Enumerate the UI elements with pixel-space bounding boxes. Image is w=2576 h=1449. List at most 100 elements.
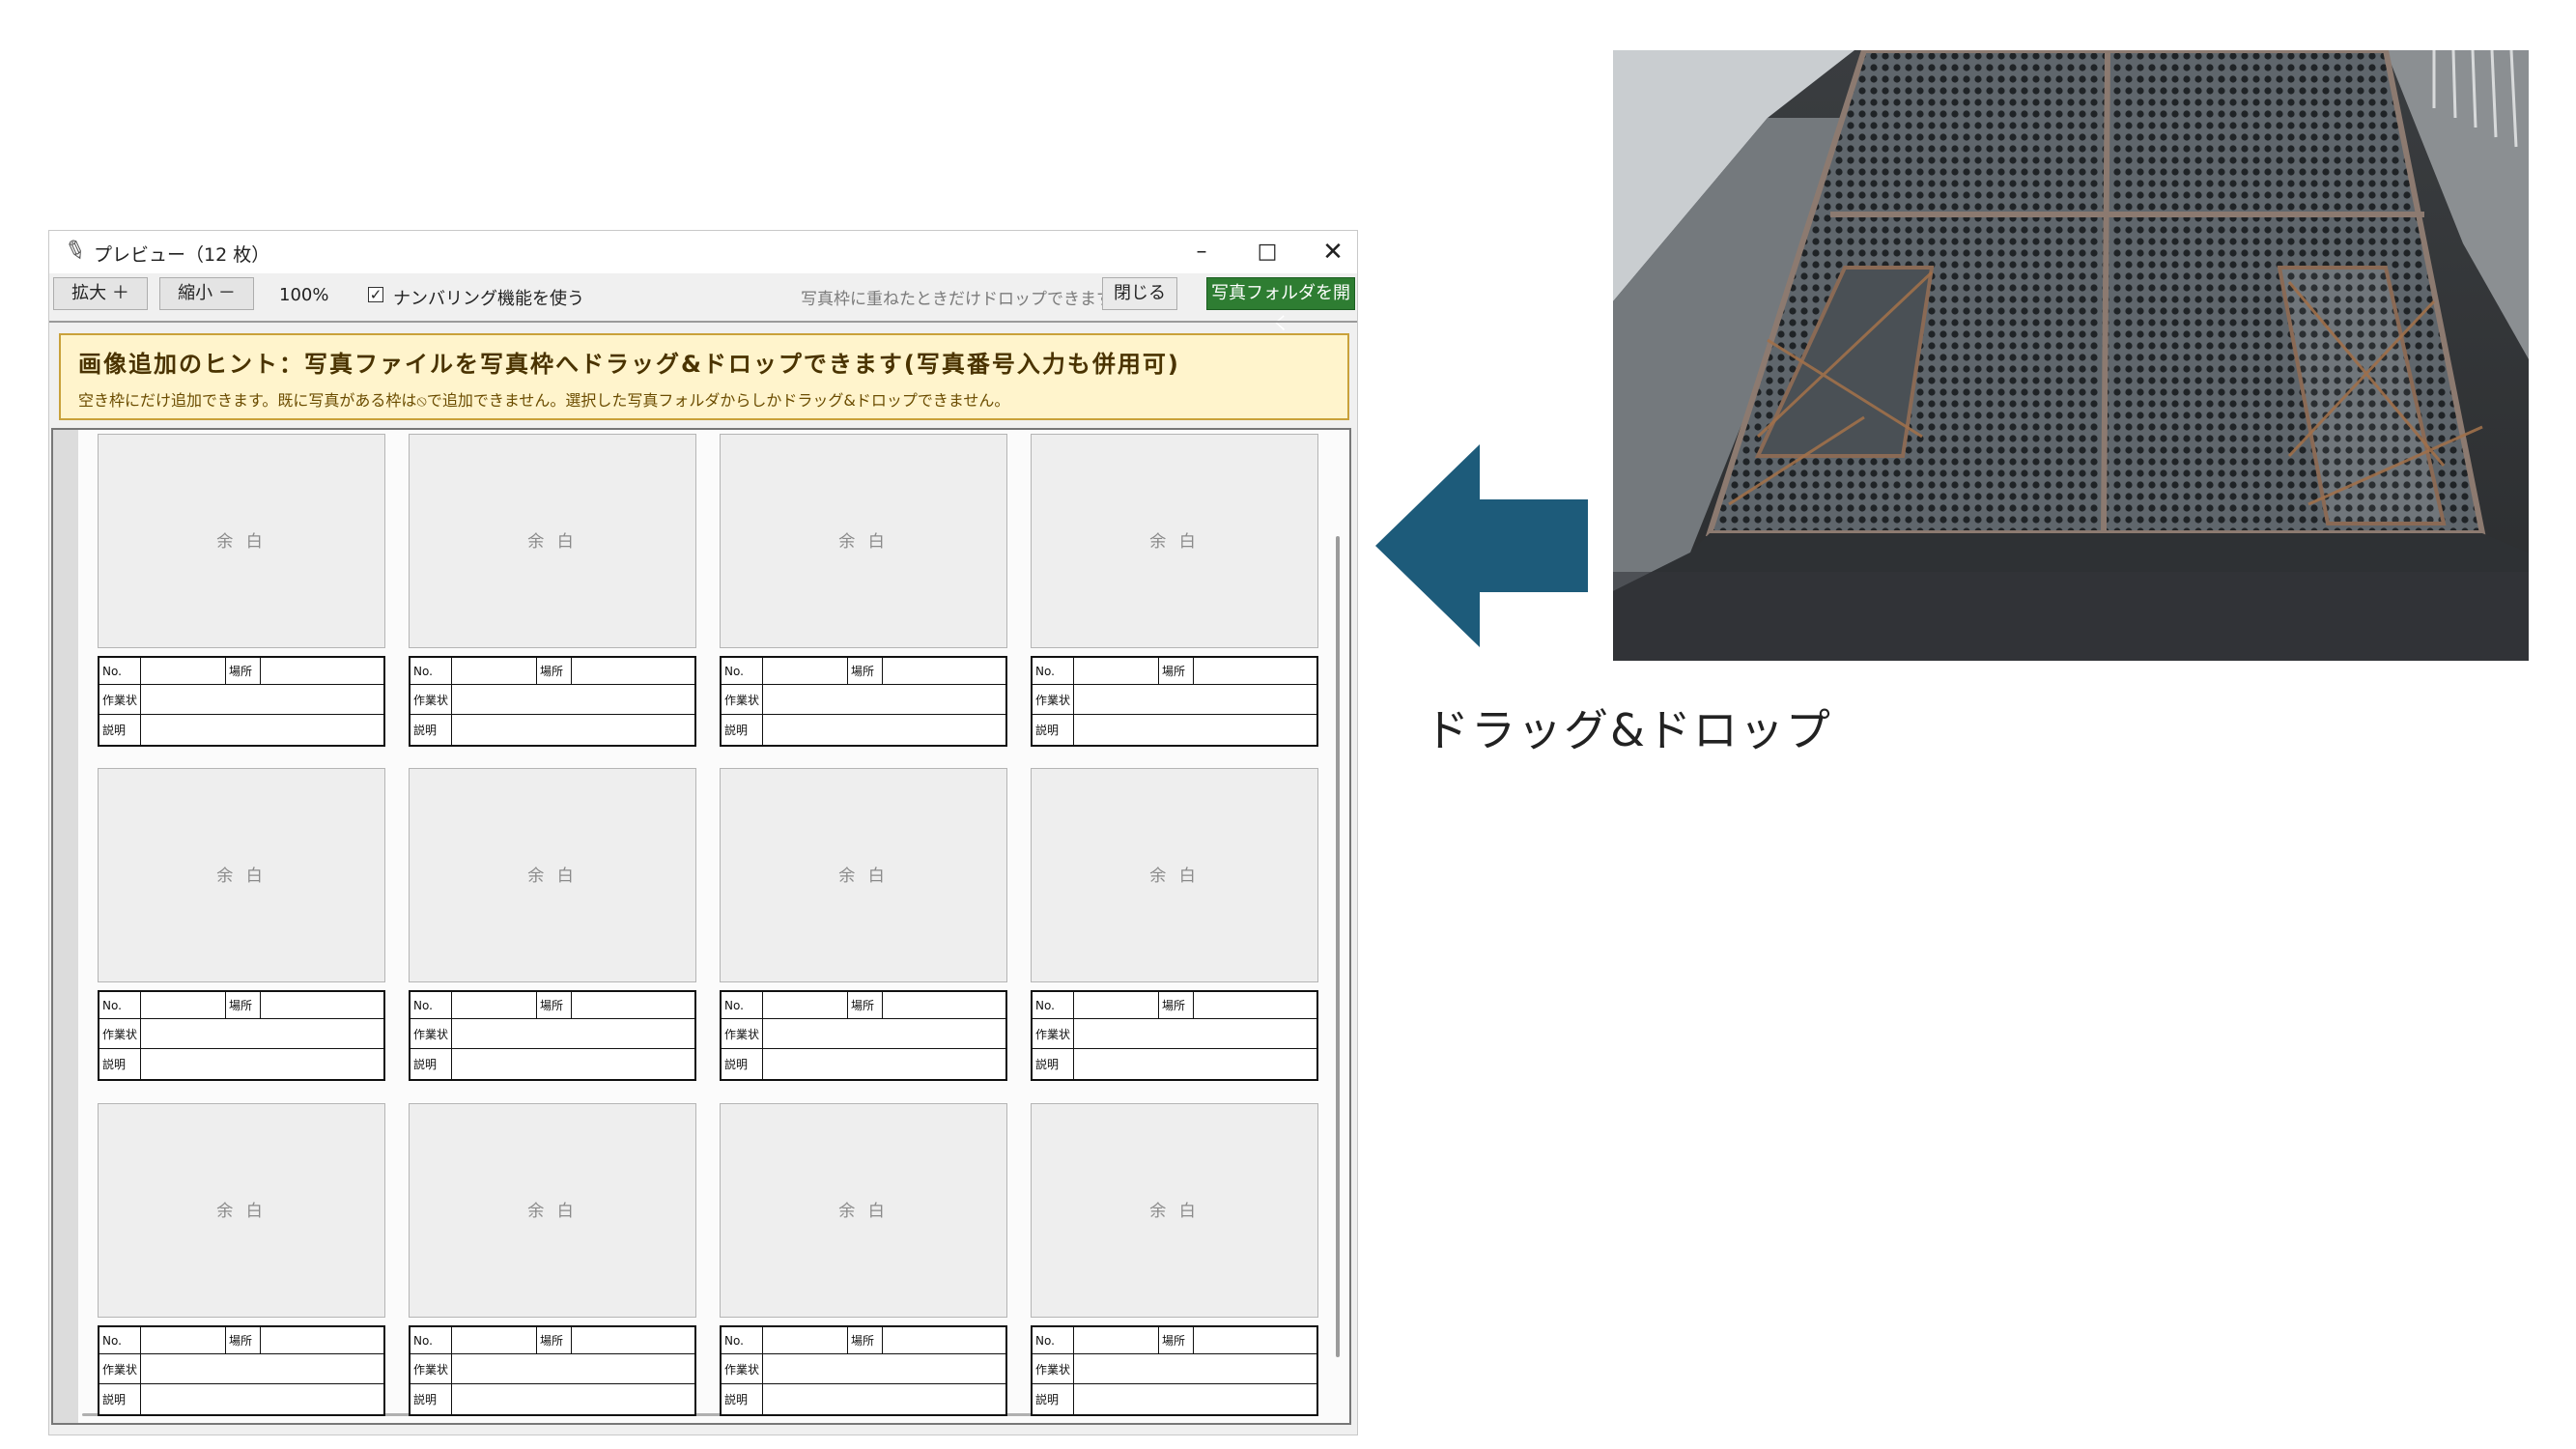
photo-info-table: No. 場所 作業状 説明 bbox=[1031, 1325, 1318, 1416]
photo-grid-canvas: 余 白 No. 場所 作業状 説明余 白 No. 場所 作業状 説明余 白 No. 場所 作業状 説明余… bbox=[51, 428, 1351, 1425]
row-divider bbox=[722, 1018, 1005, 1019]
empty-placeholder: 余 白 bbox=[216, 1202, 267, 1221]
empty-placeholder: 余 白 bbox=[527, 1202, 578, 1221]
photo-slot[interactable]: 余 白 No. 場所 作業状 説明 bbox=[409, 434, 696, 747]
empty-placeholder: 余 白 bbox=[1149, 532, 1200, 552]
no-label: No. bbox=[413, 665, 433, 678]
no-label: No. bbox=[1035, 999, 1055, 1012]
col-divider bbox=[536, 992, 537, 1018]
photo-info-table: No. 場所 作業状 説明 bbox=[720, 656, 1007, 747]
photo-info-table: No. 場所 作業状 説明 bbox=[720, 990, 1007, 1081]
photo-frame[interactable]: 余 白 bbox=[98, 1103, 385, 1318]
vertical-scrollbar[interactable] bbox=[1336, 536, 1340, 1357]
photo-info-table: No. 場所 作業状 説明 bbox=[1031, 656, 1318, 747]
col-divider bbox=[762, 658, 763, 745]
photo-frame[interactable]: 余 白 bbox=[98, 434, 385, 648]
desc-label: 説明 bbox=[413, 1058, 438, 1071]
grating-photo[interactable] bbox=[1613, 50, 2529, 661]
desc-label: 説明 bbox=[102, 724, 127, 737]
photo-slot[interactable]: 余 白 No. 場所 作業状 説明 bbox=[98, 434, 385, 747]
row-divider bbox=[722, 684, 1005, 685]
numbering-label[interactable]: ナンバリング機能を使う bbox=[393, 285, 584, 310]
close-button[interactable]: 閉じる bbox=[1102, 277, 1177, 310]
work-label: 作業状 bbox=[413, 1363, 449, 1377]
photo-frame[interactable]: 余 白 bbox=[720, 768, 1007, 982]
photo-frame[interactable]: 余 白 bbox=[409, 1103, 696, 1318]
photo-frame[interactable]: 余 白 bbox=[409, 434, 696, 648]
zoom-in-button[interactable]: 拡大 ＋ bbox=[53, 277, 148, 310]
photo-slot[interactable]: 余 白 No. 場所 作業状 説明 bbox=[1031, 1103, 1318, 1416]
photo-slot[interactable]: 余 白 No. 場所 作業状 説明 bbox=[409, 1103, 696, 1416]
row-divider bbox=[1033, 1383, 1316, 1384]
open-photo-folder-button[interactable]: 写真フォルダを開く bbox=[1206, 277, 1355, 334]
minimize-button[interactable]: – bbox=[1170, 233, 1233, 271]
row-divider bbox=[99, 1048, 383, 1049]
col-divider bbox=[140, 992, 141, 1079]
row-divider bbox=[1033, 684, 1316, 685]
desc-label: 説明 bbox=[102, 1393, 127, 1406]
empty-placeholder: 余 白 bbox=[216, 532, 267, 552]
work-label: 作業状 bbox=[102, 694, 138, 707]
photo-frame[interactable]: 余 白 bbox=[720, 1103, 1007, 1318]
photo-info-table: No. 場所 作業状 説明 bbox=[409, 990, 696, 1081]
place-label: 場所 bbox=[229, 665, 253, 678]
drag-drop-caption: ドラッグ&ドロップ bbox=[1425, 704, 1832, 756]
photo-info-table: No. 場所 作業状 説明 bbox=[409, 656, 696, 747]
col-divider bbox=[1158, 658, 1159, 684]
work-label: 作業状 bbox=[413, 694, 449, 707]
work-label: 作業状 bbox=[1035, 1028, 1071, 1041]
photo-slot[interactable]: 余 白 No. 場所 作業状 説明 bbox=[1031, 768, 1318, 1081]
photo-frame[interactable]: 余 白 bbox=[1031, 434, 1318, 648]
zoom-out-button[interactable]: 縮小 － bbox=[159, 277, 254, 310]
photo-slot[interactable]: 余 白 No. 場所 作業状 説明 bbox=[409, 768, 696, 1081]
desc-label: 説明 bbox=[724, 724, 749, 737]
maximize-button[interactable]: □ bbox=[1235, 233, 1299, 271]
col-divider bbox=[847, 658, 848, 684]
row-divider bbox=[1033, 1353, 1316, 1354]
photo-slot[interactable]: 余 白 No. 場所 作業状 説明 bbox=[720, 1103, 1007, 1416]
photo-info-table: No. 場所 作業状 説明 bbox=[409, 1325, 696, 1416]
empty-placeholder: 余 白 bbox=[216, 867, 267, 886]
photo-info-table: No. 場所 作業状 説明 bbox=[1031, 990, 1318, 1081]
hint-title: 画像追加のヒント：写真ファイルを写真枠へドラッグ&ドロップできます(写真番号入力… bbox=[78, 351, 1180, 378]
photo-slot[interactable]: 余 白 No. 場所 作業状 説明 bbox=[98, 768, 385, 1081]
photo-frame[interactable]: 余 白 bbox=[98, 768, 385, 982]
col-divider bbox=[1193, 992, 1194, 1018]
feather-icon: ✎ bbox=[60, 234, 91, 269]
photo-slot[interactable]: 余 白 No. 場所 作業状 説明 bbox=[98, 1103, 385, 1416]
photo-frame[interactable]: 余 白 bbox=[1031, 1103, 1318, 1318]
empty-placeholder: 余 白 bbox=[838, 1202, 889, 1221]
photo-info-table: No. 場所 作業状 説明 bbox=[720, 1325, 1007, 1416]
close-window-button[interactable]: ✕ bbox=[1301, 233, 1365, 271]
place-label: 場所 bbox=[229, 999, 253, 1012]
no-label: No. bbox=[724, 999, 744, 1012]
photo-slot[interactable]: 余 白 No. 場所 作業状 説明 bbox=[1031, 434, 1318, 747]
col-divider bbox=[451, 1327, 452, 1414]
desc-label: 説明 bbox=[102, 1058, 127, 1071]
work-label: 作業状 bbox=[102, 1028, 138, 1041]
col-divider bbox=[225, 1327, 226, 1353]
photo-slot[interactable]: 余 白 No. 場所 作業状 説明 bbox=[720, 434, 1007, 747]
window-title: プレビュー（12 枚） bbox=[94, 244, 270, 266]
numbering-checkbox[interactable]: ✓ bbox=[368, 287, 383, 302]
col-divider bbox=[536, 658, 537, 684]
empty-placeholder: 余 白 bbox=[838, 532, 889, 552]
place-label: 場所 bbox=[851, 999, 875, 1012]
row-divider bbox=[410, 1048, 694, 1049]
photo-frame[interactable]: 余 白 bbox=[1031, 768, 1318, 982]
place-label: 場所 bbox=[851, 665, 875, 678]
photo-frame[interactable]: 余 白 bbox=[720, 434, 1007, 648]
place-label: 場所 bbox=[1162, 665, 1186, 678]
row-divider bbox=[1033, 1018, 1316, 1019]
no-label: No. bbox=[1035, 665, 1055, 678]
row-divider bbox=[99, 1018, 383, 1019]
row-divider bbox=[1033, 714, 1316, 715]
col-divider bbox=[762, 1327, 763, 1414]
col-divider bbox=[571, 992, 572, 1018]
photo-frame[interactable]: 余 白 bbox=[409, 768, 696, 982]
col-divider bbox=[140, 658, 141, 745]
row-divider bbox=[99, 714, 383, 715]
toolbar: 拡大 ＋ 縮小 － 100% ✓ ナンバリング機能を使う 写真枠に重ねたときだけ… bbox=[49, 273, 1357, 334]
photo-slot[interactable]: 余 白 No. 場所 作業状 説明 bbox=[720, 768, 1007, 1081]
row-divider bbox=[722, 714, 1005, 715]
